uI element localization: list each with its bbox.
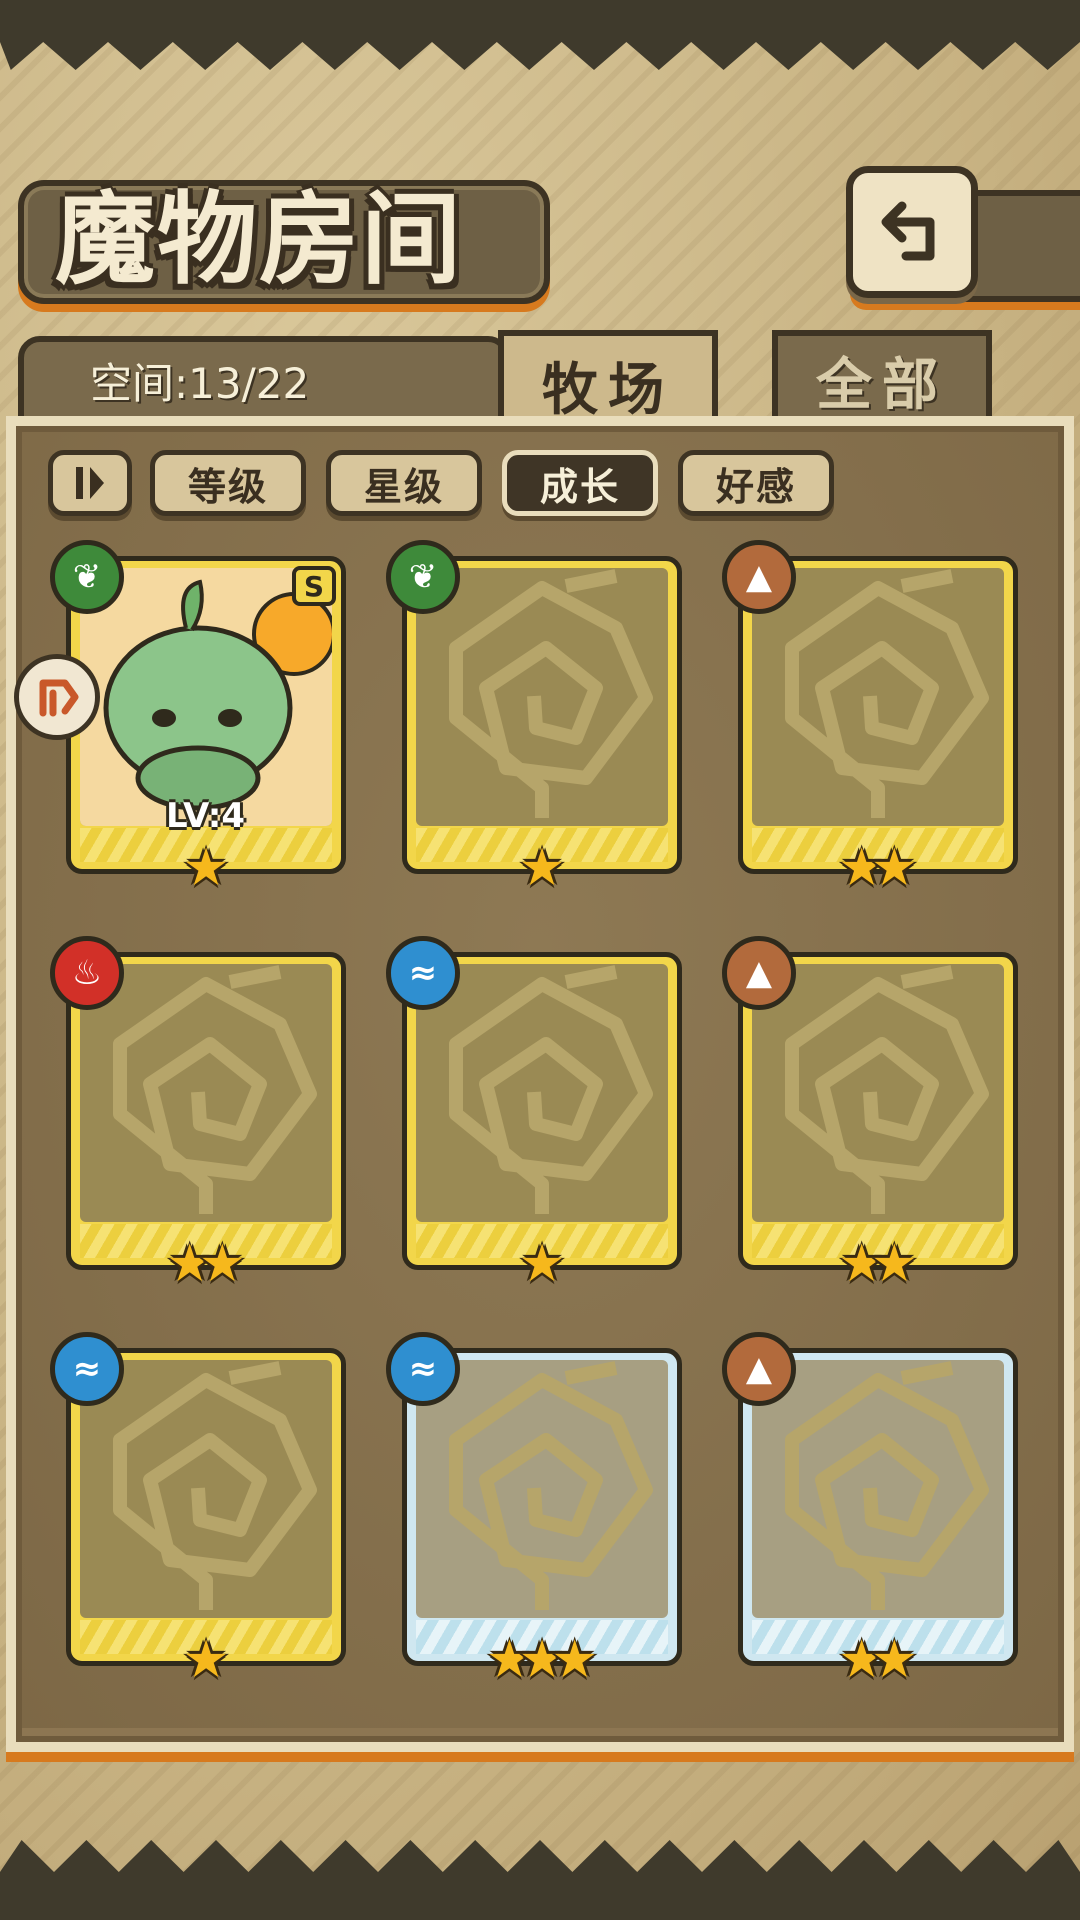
- return-arrow-icon: [881, 201, 935, 261]
- element-water-icon: ≈: [386, 936, 460, 1010]
- sort-star-button[interactable]: 星级: [326, 450, 482, 516]
- hidden-monster-face: [416, 568, 668, 826]
- element-water-icon: ≈: [50, 1332, 124, 1406]
- sort-order-toggle[interactable]: [48, 450, 132, 516]
- tab-all[interactable]: 全部: [772, 330, 992, 430]
- star-rating: ★: [402, 1238, 682, 1290]
- sort-growth-button[interactable]: 成长: [502, 450, 658, 516]
- star-icon: ★: [182, 1630, 230, 1690]
- sort-affection-button[interactable]: 好感: [678, 450, 834, 516]
- star-rating: ★ ★: [738, 1238, 1018, 1290]
- back-button[interactable]: [846, 166, 978, 298]
- hidden-monster-face: [80, 1360, 332, 1618]
- grade-badge: S: [292, 566, 336, 606]
- monster-level: LV:4: [166, 796, 246, 836]
- monster-card[interactable]: ❦ ★: [386, 540, 682, 894]
- monster-card[interactable]: ▲ ★ ★: [722, 540, 1018, 894]
- page-title: 魔物房间: [55, 180, 463, 298]
- arrow-badge[interactable]: [14, 654, 100, 740]
- star-icon: ★: [182, 838, 230, 898]
- hidden-monster-face: [416, 964, 668, 1222]
- hidden-monster-face: [752, 964, 1004, 1222]
- monster-card[interactable]: ≈ ★ ★ ★: [386, 1332, 682, 1686]
- star-icon: ★: [518, 838, 566, 898]
- star-icon: ★: [518, 1234, 566, 1294]
- element-fire-icon: ♨: [50, 936, 124, 1010]
- hidden-monster-face: [752, 568, 1004, 826]
- arrow-badge-icon: [39, 679, 79, 717]
- star-rating: ★ ★ ★: [402, 1634, 682, 1686]
- monster-card[interactable]: ≈ ★: [50, 1332, 346, 1686]
- star-rating: ★: [402, 842, 682, 894]
- element-earth-icon: ▲: [722, 540, 796, 614]
- star-icon: ★: [871, 1234, 918, 1294]
- hidden-monster-face: [416, 1360, 668, 1618]
- element-grass-icon: ❦: [386, 540, 460, 614]
- star-rating: ★ ★: [738, 842, 1018, 894]
- monster-card[interactable]: ▲ ★ ★: [722, 1332, 1018, 1686]
- monster-card[interactable]: ♨ ★ ★: [50, 936, 346, 1290]
- star-rating: ★ ★: [66, 1238, 346, 1290]
- star-rating: ★: [66, 842, 346, 894]
- star-icon: ★: [199, 1234, 246, 1294]
- storage-count: 空间:13/22: [90, 359, 310, 408]
- hidden-monster-face: [752, 1360, 1004, 1618]
- star-icon: ★: [551, 1630, 598, 1690]
- bottom-zigzag-border: [0, 1840, 1080, 1920]
- monster-card[interactable]: ▲ ★ ★: [722, 936, 1018, 1290]
- star-rating: ★ ★: [738, 1634, 1018, 1686]
- star-icon: ★: [871, 1630, 918, 1690]
- star-icon: ★: [871, 838, 918, 898]
- element-earth-icon: ▲: [722, 936, 796, 1010]
- hidden-monster-face: [80, 964, 332, 1222]
- star-rating: ★: [66, 1634, 346, 1686]
- element-grass-icon: ❦: [50, 540, 124, 614]
- monster-portrait: [80, 568, 332, 826]
- element-water-icon: ≈: [386, 1332, 460, 1406]
- tab-ranch-label: 牧场: [542, 356, 674, 423]
- sort-level-button[interactable]: 等级: [150, 450, 306, 516]
- tab-all-label: 全部: [816, 351, 948, 418]
- element-earth-icon: ▲: [722, 1332, 796, 1406]
- sort-order-icon: [76, 467, 104, 499]
- monster-card[interactable]: ≈ ★: [386, 936, 682, 1290]
- monster-card[interactable]: ❦ S LV:4 ★: [50, 540, 346, 894]
